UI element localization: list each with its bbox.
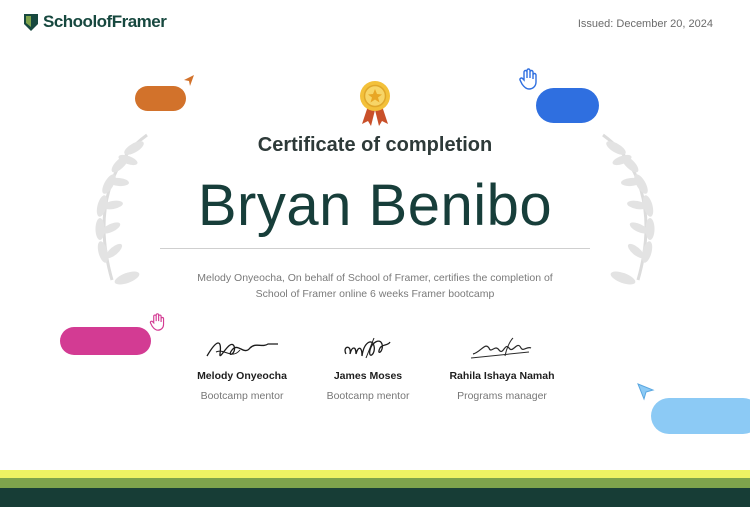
- signer-name: Rahila Ishaya Namah: [449, 370, 555, 382]
- medal-icon: [360, 81, 390, 126]
- certificate-title: Certificate of completion: [257, 134, 493, 156]
- brand-name: SchoolofFramer: [43, 12, 167, 31]
- recipient-name: Bryan Benibo: [197, 173, 553, 238]
- signer-role: Programs manager: [457, 390, 547, 402]
- footer-band-yellow: [0, 470, 750, 478]
- name-divider: [160, 248, 590, 249]
- signature-image: [344, 337, 391, 359]
- brand-logo: SchoolofFramer: [24, 12, 167, 32]
- signature-image: [470, 337, 532, 359]
- arrow-cursor-icon: [637, 383, 655, 401]
- certification-statement: Melody Onyeocha, On behalf of School of …: [197, 272, 553, 300]
- signer-role: Bootcamp mentor: [326, 390, 410, 402]
- signer-name: James Moses: [333, 370, 403, 382]
- footer-band-green: [0, 478, 750, 488]
- arrow-cursor-icon: [184, 75, 194, 86]
- issued-date: Issued: December 20, 2024: [577, 18, 713, 30]
- hand-cursor-icon: [149, 313, 165, 331]
- signer-rahila: Rahila Ishaya Namah Programs manager: [427, 334, 577, 402]
- decor-pill-pink: [60, 327, 151, 355]
- signature-image: [206, 342, 278, 357]
- hand-cursor-icon: [519, 68, 537, 90]
- decor-pill-blue: [536, 88, 599, 123]
- decor-pill-sky: [651, 398, 750, 434]
- signer-james: James Moses Bootcamp mentor: [293, 334, 443, 402]
- decor-pill-orange: [135, 86, 186, 111]
- footer-band-dark: [0, 488, 750, 507]
- shield-logo-icon: [24, 13, 38, 31]
